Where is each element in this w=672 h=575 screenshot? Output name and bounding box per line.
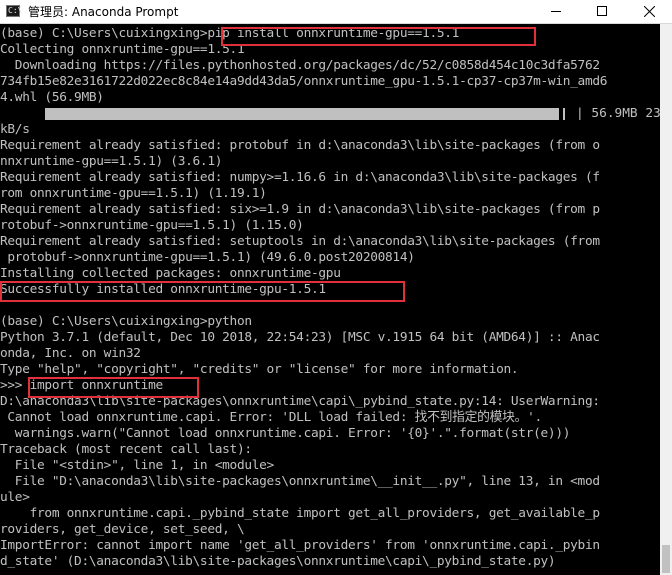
console-line: Collecting onnxruntime-gpu==1.5.1 bbox=[0, 42, 245, 57]
console-line: rom onnxruntime-gpu==1.5.1) (1.19.1) bbox=[0, 186, 267, 201]
close-button[interactable] bbox=[626, 0, 672, 23]
console-line: Traceback (most recent call last): bbox=[0, 442, 252, 457]
console-line: onda, Inc. on win32 bbox=[0, 346, 141, 361]
console-icon[interactable]: C:\ bbox=[6, 5, 22, 17]
scrollbar-thumb[interactable] bbox=[662, 545, 670, 573]
highlight-pip-command bbox=[221, 27, 536, 46]
progress-bar bbox=[45, 108, 559, 120]
console-line: Requirement already satisfied: numpy>=1.… bbox=[0, 170, 600, 185]
console-line: ule> bbox=[0, 490, 30, 505]
console-line: kB/s bbox=[0, 122, 30, 137]
highlight-import-command bbox=[28, 377, 199, 398]
console-line: File "D:\anaconda3\lib\site-packages\onn… bbox=[0, 474, 600, 489]
console-line: Requirement already satisfied: protobuf … bbox=[0, 138, 600, 153]
console-line: from onnxruntime.capi._pybind_state impo… bbox=[0, 506, 600, 521]
download-progress: | 56.9MB 23 bbox=[0, 106, 660, 122]
window-title: 管理员: Anaconda Prompt bbox=[28, 5, 179, 19]
console-line: rotobuf->onnxruntime-gpu==1.5.1) (1.15.0… bbox=[0, 218, 304, 233]
console-line: protobuf->onnxruntime-gpu==1.5.1) (49.6.… bbox=[0, 250, 415, 265]
console-line: Downloading https://files.pythonhosted.o… bbox=[0, 58, 600, 73]
console-line: nnxruntime-gpu==1.5.1) (3.6.1) bbox=[0, 154, 223, 169]
progress-bar-end bbox=[563, 108, 565, 120]
console-line: Requirement already satisfied: setuptool… bbox=[0, 234, 600, 249]
console-line: 4.whl (56.9MB) bbox=[0, 90, 104, 105]
console-line: File "<stdin>", line 1, in <module> bbox=[0, 458, 274, 473]
console-line: Python 3.7.1 (default, Dec 10 2018, 22:5… bbox=[0, 330, 600, 345]
maximize-button[interactable] bbox=[579, 0, 625, 23]
vertical-scrollbar[interactable] bbox=[660, 24, 672, 575]
console-line: Requirement already satisfied: six>=1.9 … bbox=[0, 202, 600, 217]
console-line: roviders, get_device, set_seed, \ bbox=[0, 522, 245, 537]
console-line: d_state' (D:\anaconda3\lib\site-packages… bbox=[0, 554, 556, 569]
console-line: 734fb15e82e3161722d022ec8c84e14a9dd43da5… bbox=[0, 74, 608, 89]
console-line: Cannot load onnxruntime.capi. Error: 'DL… bbox=[0, 410, 542, 425]
highlight-install-success bbox=[0, 281, 405, 302]
title-bar: C:\ 管理员: Anaconda Prompt bbox=[0, 0, 672, 24]
console-line: Type "help", "copyright", "credits" or "… bbox=[0, 362, 519, 377]
console-line: Installing collected packages: onnxrunti… bbox=[0, 266, 341, 281]
console-line: (base) C:\Users\cuixingxing>python bbox=[0, 314, 252, 329]
progress-text: | 56.9MB 23 bbox=[576, 106, 660, 121]
close-icon bbox=[644, 6, 655, 17]
minimize-button[interactable] bbox=[533, 0, 579, 23]
console-line: ImportError: cannot import name 'get_all… bbox=[0, 538, 600, 553]
console-line: warnings.warn("Cannot load onnxruntime.c… bbox=[0, 426, 571, 441]
